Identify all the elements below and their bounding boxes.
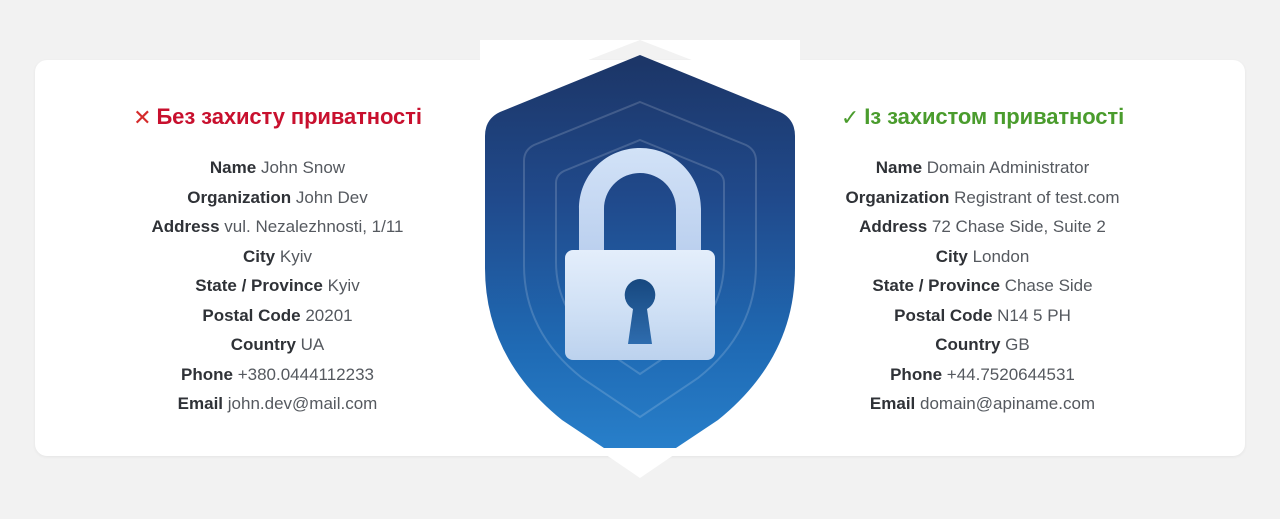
list-item: Name John Snow: [55, 153, 500, 183]
without-privacy-heading: ✕ Без захисту приватності: [55, 104, 500, 131]
field-label: State / Province: [195, 276, 323, 295]
field-label: City: [243, 246, 276, 266]
field-value: GB: [1005, 335, 1030, 354]
list-item: State / Province Chase Side: [760, 271, 1205, 301]
list-item: Postal Code N14 5 PH: [760, 301, 1205, 331]
field-label: Email: [869, 394, 916, 413]
list-item: Country GB: [760, 330, 1205, 360]
field-label: Name: [209, 158, 257, 177]
check-icon: ✓: [840, 105, 860, 130]
field-label: Postal Code: [202, 305, 301, 325]
without-privacy-panel: ✕ Без захисту приватності Name John Snow …: [55, 60, 500, 419]
list-item: Organization Registrant of test.com: [760, 183, 1205, 213]
list-item: Address vul. Nezalezhnosti, 1/11: [55, 212, 500, 242]
list-item: City London: [760, 242, 1205, 272]
field-value: Chase Side: [1004, 276, 1093, 295]
field-value: N14 5 PH: [997, 305, 1071, 325]
field-label: Country: [230, 335, 296, 354]
field-label: Email: [177, 394, 224, 413]
with-privacy-heading: ✓ Із захистом приватності: [760, 104, 1205, 131]
with-privacy-heading-text: Із захистом приватності: [864, 104, 1125, 129]
field-label: Address: [151, 217, 220, 236]
page-root: ✕ Без захисту приватності Name John Snow …: [0, 0, 1280, 519]
field-label: Phone: [890, 364, 943, 384]
field-label: State / Province: [872, 276, 1000, 295]
field-value: John Snow: [260, 158, 346, 177]
list-item: City Kyiv: [55, 242, 500, 272]
notch-shape: [596, 448, 684, 478]
field-value: Registrant of test.com: [954, 187, 1120, 207]
with-privacy-panel: ✓ Із захистом приватності Name Domain Adm…: [760, 60, 1205, 419]
field-label: Organization: [187, 187, 292, 207]
field-label: Phone: [181, 364, 233, 384]
field-label: Organization: [845, 187, 950, 207]
field-label: Name: [875, 158, 923, 177]
field-value: +44.7520644531: [946, 364, 1075, 384]
field-value: London: [972, 246, 1030, 266]
field-value: Domain Administrator: [926, 158, 1090, 177]
field-label: Postal Code: [894, 305, 993, 325]
field-label: City: [935, 246, 968, 266]
list-item: State / Province Kyiv: [55, 271, 500, 301]
field-label: Address: [859, 217, 928, 236]
comparison-columns: ✕ Без захисту приватності Name John Snow …: [35, 60, 1245, 456]
list-item: Country UA: [55, 330, 500, 360]
shield-bottom-notch: [596, 448, 684, 480]
list-item: Organization John Dev: [55, 183, 500, 213]
field-label: Country: [935, 335, 1001, 354]
field-value: Kyiv: [327, 276, 360, 295]
list-item: Postal Code 20201: [55, 301, 500, 331]
field-value: +380.0444112233: [237, 364, 374, 384]
list-item: Email domain@apiname.com: [760, 389, 1205, 419]
list-item: Address 72 Chase Side, Suite 2: [760, 212, 1205, 242]
field-value: john.dev@mail.com: [227, 394, 378, 413]
list-item: Phone +380.0444112233: [55, 360, 500, 390]
field-value: UA: [300, 335, 325, 354]
with-privacy-rows: Name Domain Administrator Organization R…: [760, 153, 1205, 419]
without-privacy-rows: Name John Snow Organization John Dev Add…: [55, 153, 500, 419]
cross-icon: ✕: [133, 105, 152, 130]
field-value: domain@apiname.com: [920, 394, 1096, 413]
field-value: 20201: [305, 305, 353, 325]
field-value: vul. Nezalezhnosti, 1/11: [224, 217, 404, 236]
without-privacy-heading-text: Без захисту приватності: [156, 104, 422, 129]
list-item: Phone +44.7520644531: [760, 360, 1205, 390]
field-value: John Dev: [295, 187, 368, 207]
list-item: Name Domain Administrator: [760, 153, 1205, 183]
field-value: Kyiv: [279, 246, 312, 266]
field-value: 72 Chase Side, Suite 2: [931, 217, 1106, 236]
list-item: Email john.dev@mail.com: [55, 389, 500, 419]
